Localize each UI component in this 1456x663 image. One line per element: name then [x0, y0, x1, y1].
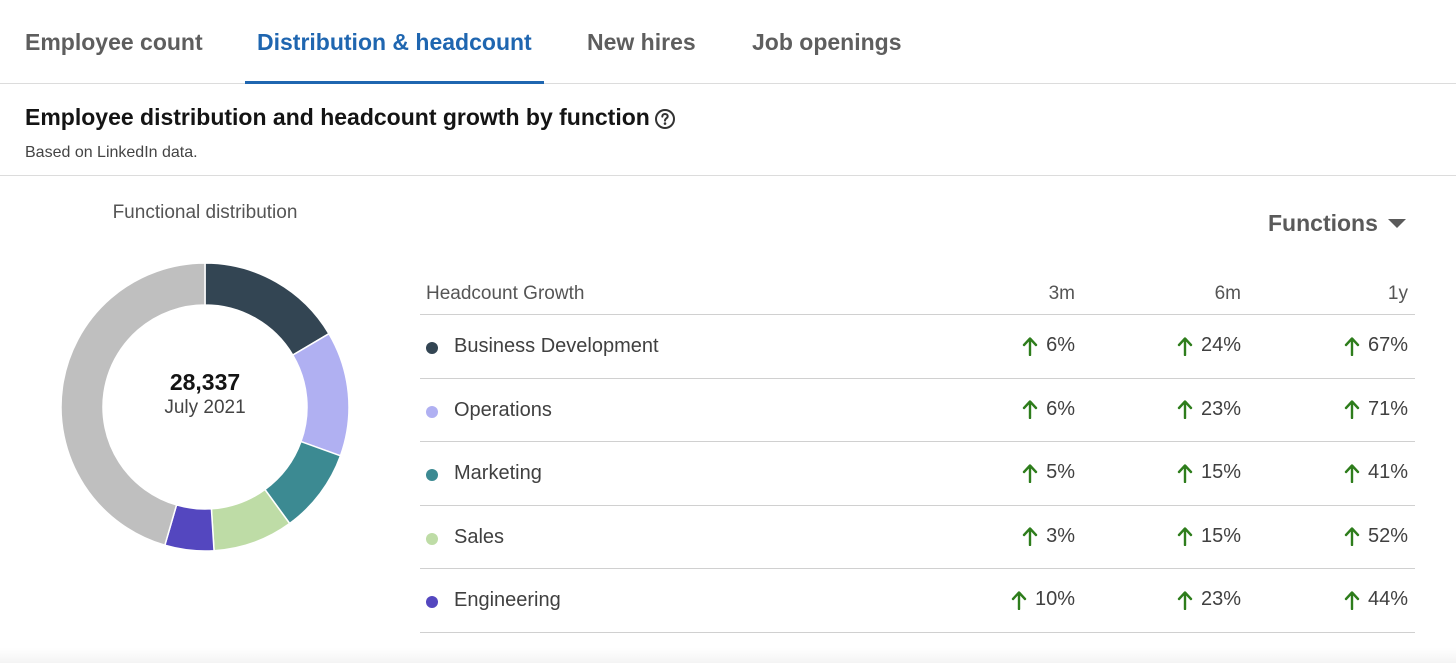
- growth-1y: 67%: [1344, 334, 1408, 357]
- table-header: Headcount Growth 3m 6m 1y: [420, 276, 1415, 315]
- arrow-up-icon: [1011, 590, 1027, 610]
- caret-down-icon: [1387, 218, 1406, 228]
- growth-6m: 15%: [1177, 461, 1241, 484]
- total-headcount: 28,337: [169, 369, 241, 395]
- arrow-up-icon: [1344, 336, 1360, 356]
- growth-3m: 10%: [1011, 588, 1075, 611]
- function-name: Engineering: [454, 589, 561, 611]
- tab-new-hires[interactable]: New hires: [587, 0, 696, 83]
- tab-job-openings[interactable]: Job openings: [752, 0, 902, 83]
- growth-3m-value: 3%: [1046, 524, 1075, 547]
- growth-3m-value: 10%: [1034, 588, 1075, 610]
- donut-slice-business-development[interactable]: [204, 262, 330, 357]
- donut-center: 28,337 July 2021: [60, 368, 350, 420]
- growth-6m: 23%: [1177, 588, 1241, 611]
- header-3m: 3m: [1048, 283, 1075, 304]
- function-name: Marketing: [454, 462, 542, 484]
- question-circle-icon[interactable]: [654, 108, 676, 130]
- growth-3m: 5%: [1022, 461, 1075, 484]
- growth-3m-value: 6%: [1046, 334, 1075, 356]
- growth-3m-value: 6%: [1046, 397, 1075, 420]
- arrow-up-icon: [1344, 527, 1360, 546]
- table-row: Engineering 10% 23% 44%: [420, 569, 1415, 633]
- arrow-up-icon: [1177, 400, 1193, 419]
- function-name: Operations: [454, 398, 552, 421]
- arrow-up-icon: [1344, 590, 1360, 610]
- function-name: Business Development: [454, 335, 659, 357]
- tab-employee-count[interactable]: Employee count: [25, 0, 203, 83]
- growth-1y: 41%: [1344, 461, 1408, 484]
- headcount-date: July 2021: [164, 397, 246, 418]
- header-1y: 1y: [1387, 283, 1408, 304]
- functions-dropdown-label: Functions: [1268, 209, 1378, 236]
- table-row: Marketing 5% 15% 41%: [420, 442, 1415, 506]
- arrow-up-icon: [1022, 527, 1038, 546]
- growth-1y: 52%: [1344, 525, 1408, 548]
- header-headcount-growth: Headcount Growth: [426, 283, 585, 304]
- growth-1y-value: 71%: [1367, 397, 1408, 420]
- functions-dropdown[interactable]: Functions: [1268, 206, 1406, 240]
- growth-6m-value: 23%: [1200, 397, 1241, 420]
- growth-6m-value: 15%: [1200, 524, 1241, 547]
- growth-1y-value: 41%: [1367, 461, 1408, 483]
- arrow-up-icon: [1177, 590, 1193, 610]
- growth-3m-value: 5%: [1046, 461, 1075, 483]
- arrow-up-icon: [1022, 400, 1038, 419]
- function-name: Sales: [454, 525, 505, 548]
- section-header: Employee distribution and headcount grow…: [0, 84, 1456, 176]
- legend-dot: [426, 342, 438, 354]
- headcount-growth-table: Headcount Growth 3m 6m 1y Business Devel…: [420, 276, 1415, 633]
- chart-title: Functional distribution: [112, 202, 298, 223]
- arrow-up-icon: [1177, 463, 1193, 483]
- growth-6m-value: 24%: [1200, 334, 1241, 356]
- growth-3m: 6%: [1022, 398, 1075, 421]
- legend-dot: [426, 596, 438, 608]
- legend-dot: [426, 405, 438, 418]
- growth-6m: 23%: [1177, 398, 1241, 421]
- table-row: Sales 3% 15% 52%: [420, 506, 1415, 569]
- tab-distribution-headcount[interactable]: Distribution & headcount: [245, 0, 544, 84]
- header-6m: 6m: [1214, 283, 1241, 304]
- growth-1y: 44%: [1344, 588, 1408, 611]
- growth-1y-value: 67%: [1367, 334, 1408, 356]
- legend-dot: [426, 532, 438, 545]
- growth-1y-value: 44%: [1367, 588, 1408, 610]
- arrow-up-icon: [1344, 463, 1360, 483]
- tab-bar: Employee count Distribution & headcount …: [0, 0, 1456, 84]
- arrow-up-icon: [1022, 336, 1038, 356]
- growth-3m: 6%: [1022, 334, 1075, 357]
- section-title: Employee distribution and headcount grow…: [25, 104, 650, 130]
- growth-6m-value: 23%: [1200, 588, 1241, 610]
- legend-dot: [426, 469, 438, 481]
- arrow-up-icon: [1022, 463, 1038, 483]
- section-subtitle: Based on LinkedIn data.: [25, 144, 198, 161]
- table-row: Operations 6% 23% 71%: [420, 379, 1415, 442]
- growth-6m: 15%: [1177, 525, 1241, 548]
- bottom-shadow: [0, 648, 1456, 663]
- growth-6m: 24%: [1177, 334, 1241, 357]
- arrow-up-icon: [1177, 527, 1193, 546]
- growth-1y-value: 52%: [1367, 524, 1408, 547]
- table-row: Business Development 6% 24% 67%: [420, 315, 1415, 379]
- growth-6m-value: 15%: [1200, 461, 1241, 483]
- growth-1y: 71%: [1344, 398, 1408, 421]
- arrow-up-icon: [1344, 400, 1360, 419]
- growth-3m: 3%: [1022, 525, 1075, 548]
- arrow-up-icon: [1177, 336, 1193, 356]
